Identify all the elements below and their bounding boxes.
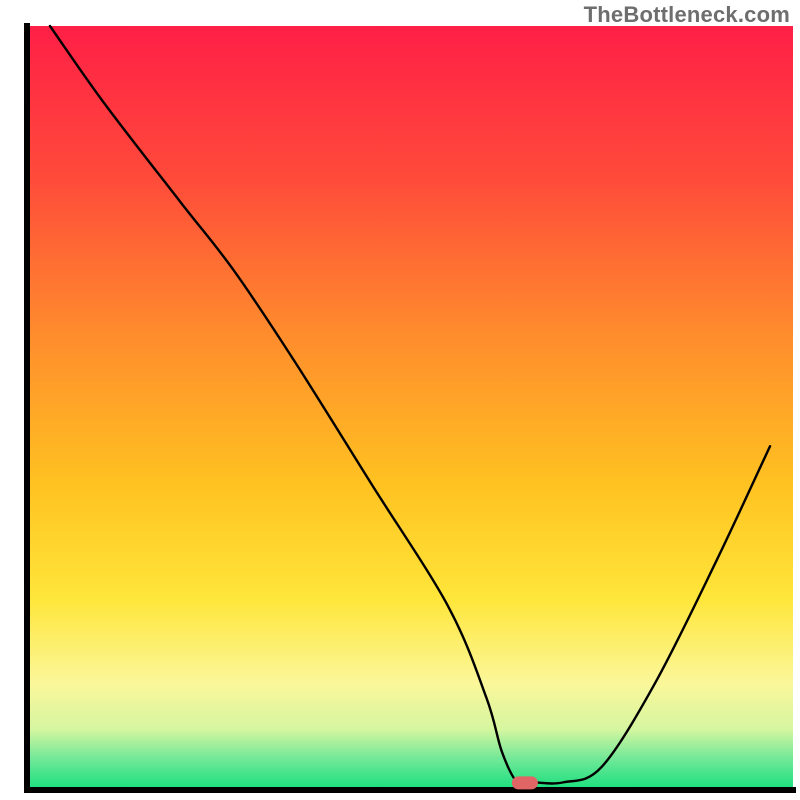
optimal-marker [512, 776, 538, 789]
chart-svg [0, 0, 800, 800]
chart-container: TheBottleneck.com [0, 0, 800, 800]
chart-background [27, 26, 793, 790]
watermark-label: TheBottleneck.com [584, 2, 790, 28]
